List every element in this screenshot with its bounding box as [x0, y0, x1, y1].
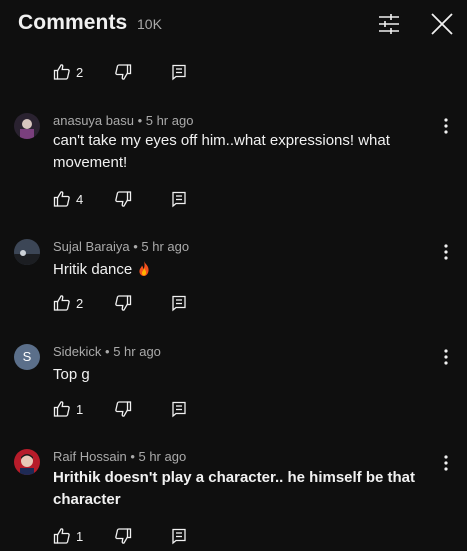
more-vert-icon [444, 455, 448, 471]
thumbs-up-icon [53, 528, 70, 544]
comment-text: can't take my eyes off him..what express… [53, 132, 390, 171]
more-vert-icon [444, 244, 448, 260]
comment-menu-button[interactable] [438, 453, 454, 473]
like-count: 2 [76, 65, 84, 80]
reply-button[interactable] [170, 190, 188, 208]
comment-author[interactable]: Raif Hossain [53, 449, 127, 464]
reply-icon [172, 191, 186, 208]
comment-time: 5 hr ago [141, 239, 190, 254]
dislike-button[interactable] [114, 527, 132, 545]
comment-author[interactable]: Sujal Baraiya [53, 239, 130, 254]
comment-menu-button[interactable] [438, 347, 454, 367]
comments-title: Comments [18, 11, 128, 34]
reply-icon [172, 528, 186, 545]
comment-meta: Sidekick • 5 hr ago [53, 344, 161, 359]
thumbs-up-icon [53, 401, 70, 417]
comment-time: 5 hr ago [113, 344, 161, 359]
fire-emoji-icon [139, 261, 149, 276]
close-button[interactable] [428, 10, 456, 38]
thumbs-down-icon [115, 528, 132, 544]
avatar[interactable] [14, 239, 40, 265]
like-button[interactable] [53, 400, 71, 418]
comment-meta: Sujal Baraiya • 5 hr ago [53, 239, 189, 254]
comment-meta: Raif Hossain • 5 hr ago [53, 449, 186, 464]
comment-actions: 1 [0, 527, 220, 547]
avatar-photo [14, 449, 40, 475]
like-count: 2 [76, 296, 84, 311]
avatar-photo [14, 113, 40, 139]
avatar[interactable] [14, 113, 40, 139]
more-vert-icon [444, 349, 448, 365]
comments-count: 10K [137, 16, 162, 32]
more-vert-icon [444, 118, 448, 134]
like-count: 4 [76, 192, 84, 207]
comment-actions: 1 [0, 400, 220, 420]
close-icon [431, 13, 453, 35]
like-button[interactable] [53, 294, 71, 312]
meta-separator: • [126, 449, 139, 464]
like-button[interactable] [53, 190, 71, 208]
avatar-photo [14, 239, 40, 265]
comment-actions: 2 [0, 294, 220, 314]
thumbs-up-icon [53, 64, 70, 80]
comment-time: 5 hr ago [138, 449, 187, 464]
reply-button[interactable] [170, 527, 188, 545]
avatar[interactable] [14, 449, 40, 475]
dislike-button[interactable] [114, 63, 132, 81]
comment-text: Top g [53, 366, 90, 383]
like-button[interactable] [53, 527, 71, 545]
thumbs-down-icon [115, 401, 132, 417]
comment-menu-button[interactable] [438, 116, 454, 136]
filter-icon [379, 14, 399, 34]
like-button[interactable] [53, 63, 71, 81]
thumbs-up-icon [53, 191, 70, 207]
comment-author[interactable]: Sidekick [53, 344, 101, 359]
comment-text: Hrithik doesn't play a character.. he hi… [53, 469, 416, 508]
comment-text: Hritik dance [53, 259, 433, 281]
filter-button[interactable] [375, 10, 403, 38]
comment-actions: 4 [0, 190, 220, 210]
comment-actions: 2 [0, 63, 220, 83]
meta-separator: • [129, 239, 142, 254]
thumbs-down-icon [115, 295, 132, 311]
dislike-button[interactable] [114, 294, 132, 312]
comment-author[interactable]: anasuya basu [53, 113, 134, 128]
reply-button[interactable] [170, 400, 188, 418]
meta-separator: • [101, 344, 114, 359]
comments-header: Comments 10K [0, 0, 467, 48]
thumbs-down-icon [115, 191, 132, 207]
like-count: 1 [76, 402, 84, 417]
comment-time: 5 hr ago [145, 113, 194, 128]
meta-separator: • [133, 113, 146, 128]
reply-button[interactable] [170, 294, 188, 312]
thumbs-up-icon [53, 295, 70, 311]
reply-icon [172, 295, 186, 312]
reply-icon [172, 64, 186, 81]
like-count: 1 [76, 529, 84, 544]
comment-menu-button[interactable] [438, 242, 454, 262]
reply-button[interactable] [170, 63, 188, 81]
comment-text-content: Hritik dance [53, 261, 133, 278]
avatar[interactable]: S [14, 344, 40, 370]
comment-meta: anasuya basu • 5 hr ago [53, 113, 193, 128]
dislike-button[interactable] [114, 400, 132, 418]
reply-icon [172, 401, 186, 418]
thumbs-down-icon [115, 64, 132, 80]
dislike-button[interactable] [114, 190, 132, 208]
